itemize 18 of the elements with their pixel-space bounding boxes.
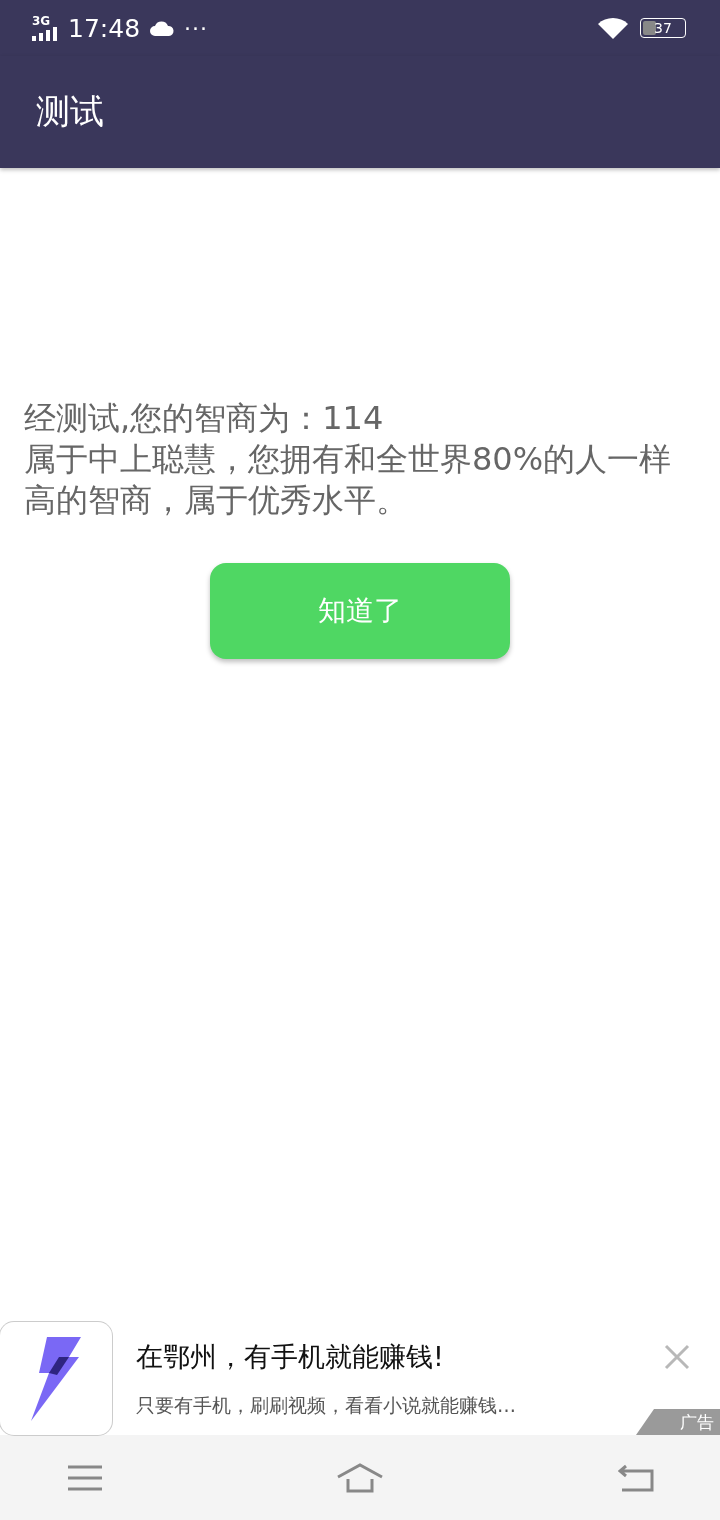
battery-icon: 37 — [640, 18, 686, 38]
home-icon[interactable] — [336, 1462, 384, 1493]
signal-icon — [32, 27, 58, 41]
result-text: 经测试,您的智商为：114 属于中上聪慧，您拥有和全世界80%的人一样高的智商，属于优秀水平。 — [24, 398, 673, 521]
cloud-icon — [150, 19, 175, 37]
app-title: 测试 — [36, 90, 104, 133]
lightning-icon — [31, 1336, 81, 1421]
wifi-icon — [596, 16, 630, 40]
menu-icon[interactable] — [68, 1464, 102, 1491]
ad-banner[interactable]: 在鄂州，有手机就能赚钱! 只要有手机，刷刷视频，看看小说就能赚钱… 广告 — [0, 1322, 720, 1435]
clock-time: 17:48 — [68, 13, 141, 43]
ad-tag: 广告 — [636, 1409, 720, 1435]
back-icon[interactable] — [618, 1463, 654, 1492]
close-icon[interactable] — [664, 1344, 690, 1370]
network-type: 3G — [32, 15, 51, 27]
ad-title: 在鄂州，有手机就能赚钱! — [136, 1339, 445, 1374]
more-notifications: ··· — [184, 15, 209, 41]
ad-description: 只要有手机，刷刷视频，看看小说就能赚钱… — [136, 1392, 517, 1418]
